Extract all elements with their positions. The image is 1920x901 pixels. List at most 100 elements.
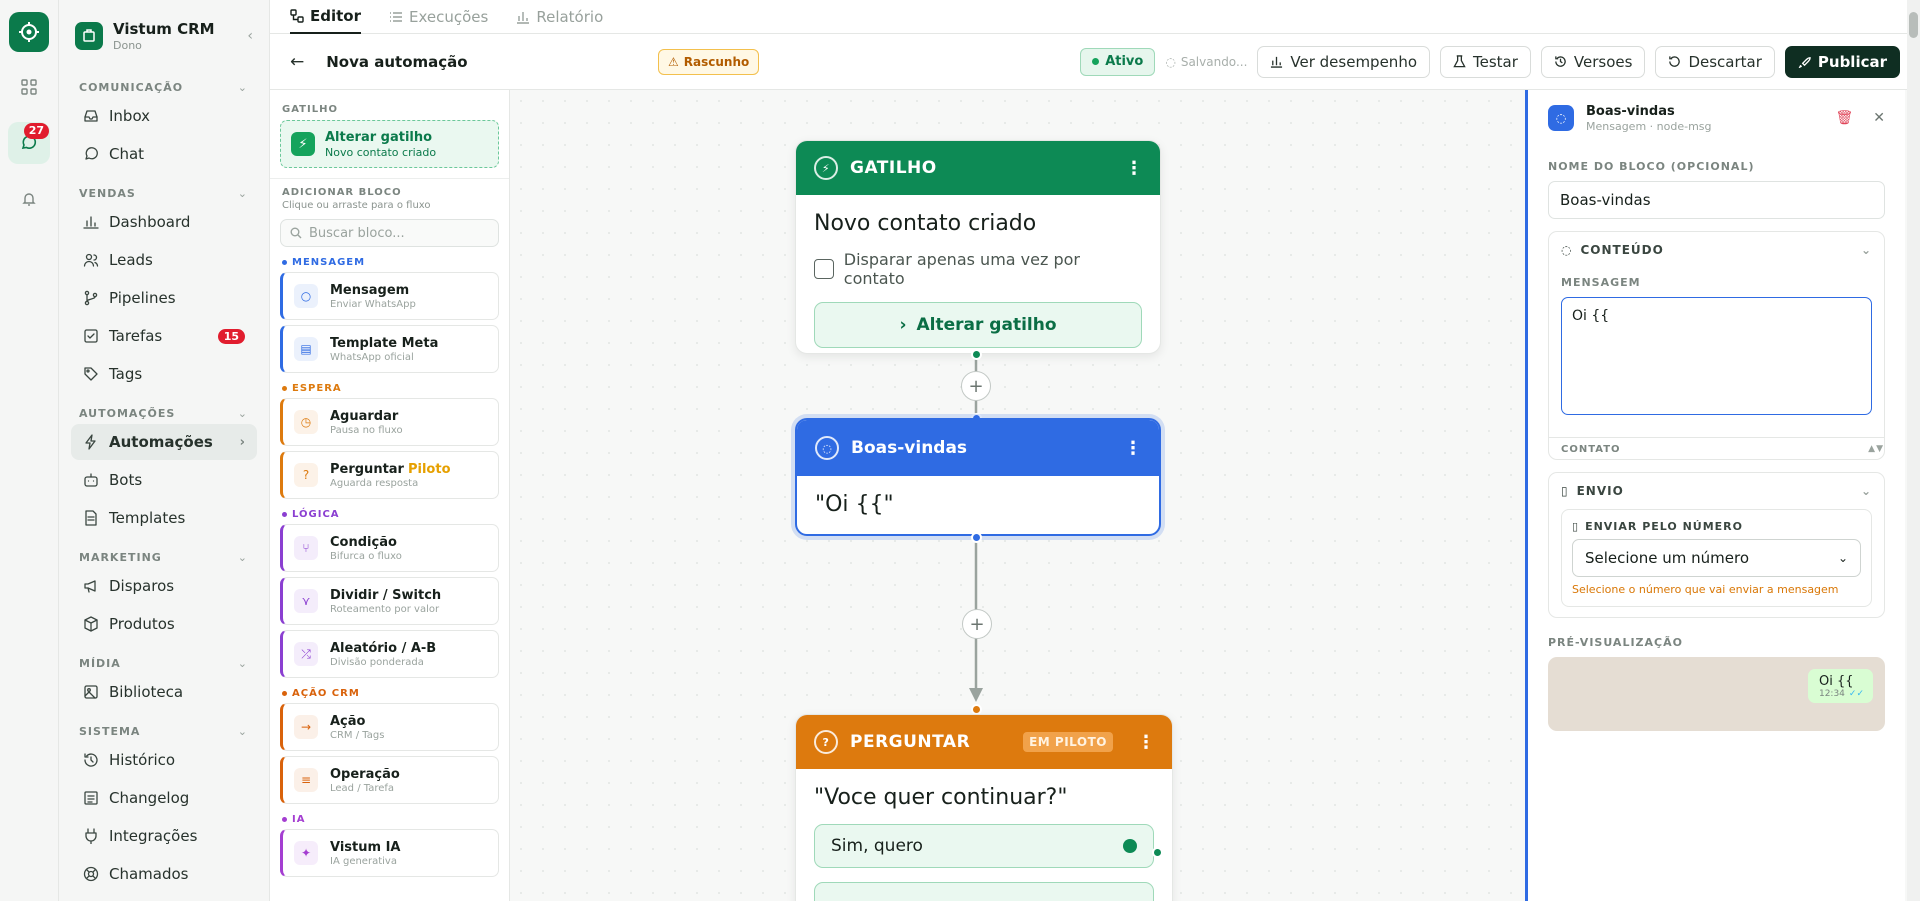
scroll-arrows-icon[interactable]: ▲▼ <box>1868 444 1884 459</box>
number-select[interactable]: Selecione um número ⌄ <box>1572 539 1861 577</box>
nav-section-header[interactable]: MARKETING ⌄ <box>59 548 269 566</box>
option-output-port[interactable] <box>1152 847 1163 858</box>
message-textarea[interactable]: Oi {{ <box>1561 297 1872 415</box>
ask-node[interactable]: ? PERGUNTAR EM PILOTO ⋮ "Voce quer conti… <box>795 714 1173 901</box>
discard-button[interactable]: Descartar <box>1655 45 1775 78</box>
block-name-label: NOME DO BLOCO (OPCIONAL) <box>1548 160 1755 173</box>
once-per-contact-checkbox[interactable]: Disparar apenas uma vez por contato <box>814 250 1142 288</box>
nav-section-header[interactable]: AUTOMAÇÕES ⌄ <box>59 404 269 422</box>
palette-block[interactable]: ◷ Aguardar Pausa no fluxo <box>280 398 499 446</box>
palette-block[interactable]: ▤ Template Meta WhatsApp oficial <box>280 325 499 373</box>
image-icon <box>83 684 99 700</box>
sidebar-item-bots[interactable]: Bots <box>71 462 257 498</box>
trigger-node[interactable]: ⚡ GATILHO ⋮ Novo contato criado Disparar… <box>795 140 1161 354</box>
automation-title[interactable]: Nova automação <box>326 53 467 71</box>
apps-grid-icon[interactable] <box>8 66 50 108</box>
test-button[interactable]: Testar <box>1440 45 1531 78</box>
nav-section-header[interactable]: MÍDIA ⌄ <box>59 654 269 672</box>
branch-icon: ⑂ <box>294 536 318 560</box>
change-trigger-button[interactable]: › Alterar gatilho <box>814 302 1142 348</box>
message-node[interactable]: ◌ Boas-vindas ⋮ "Oi {{" <box>795 418 1161 536</box>
output-port[interactable] <box>971 532 982 543</box>
sidebar-item-integracoes[interactable]: Integrações <box>71 818 257 854</box>
publish-button[interactable]: Publicar <box>1784 45 1900 78</box>
workspace-switcher[interactable]: Vistum CRM Dono ‹ <box>59 0 269 66</box>
trash-icon[interactable]: 🗑 <box>1835 110 1853 126</box>
editor-tabs: Editor Execuções Relatório <box>270 0 1920 34</box>
number-hint: Selecione o número que vai enviar a mens… <box>1572 583 1839 596</box>
sidebar-item-dashboard[interactable]: Dashboard <box>71 204 257 240</box>
page-scrollbar[interactable] <box>1907 0 1920 901</box>
tab-editor[interactable]: Editor <box>290 0 361 34</box>
view-performance-button[interactable]: Ver desempenho <box>1257 45 1430 78</box>
versions-button[interactable]: Versoes <box>1540 45 1646 78</box>
node-menu-icon[interactable]: ⋮ <box>1137 732 1155 753</box>
list-icon <box>390 12 402 22</box>
option-port[interactable] <box>1123 839 1137 853</box>
palette-block[interactable]: ⑂ Condição Bifurca o fluxo <box>280 524 499 572</box>
add-step-button[interactable]: + <box>962 609 992 639</box>
close-icon[interactable]: ✕ <box>1873 110 1885 126</box>
block-name-input[interactable]: Boas-vindas <box>1548 181 1885 219</box>
collapse-sidebar-icon[interactable]: ‹ <box>247 28 253 44</box>
add-step-button[interactable]: + <box>961 371 991 401</box>
sidebar-item-historico[interactable]: Histórico <box>71 742 257 778</box>
palette-block[interactable]: → Ação CRM / Tags <box>280 703 499 751</box>
palette-block[interactable]: ○ Mensagem Enviar WhatsApp <box>280 272 499 320</box>
scrollbar-thumb[interactable] <box>1909 12 1918 38</box>
variables-tabs[interactable]: CONTATO ▲▼ <box>1549 437 1884 459</box>
palette-block-label: Operação <box>330 766 400 782</box>
sidebar-item-produtos[interactable]: Produtos <box>71 606 257 642</box>
status-toggle[interactable]: Ativo <box>1080 47 1156 76</box>
sidebar-item-pipelines[interactable]: Pipelines <box>71 280 257 316</box>
sidebar-item-biblioteca[interactable]: Biblioteca <box>71 674 257 710</box>
category-dot <box>282 512 287 517</box>
whatsapp-preview: Oi {{ 12:34 ✓✓ <box>1548 657 1885 731</box>
nav-section-header[interactable]: COMUNICAÇÃO ⌄ <box>59 78 269 96</box>
nav-section-header[interactable]: SISTEMA ⌄ <box>59 722 269 740</box>
content-section: ◌ CONTEÚDO ⌄ MENSAGEM Oi {{ CONTATO ▲▼ <box>1548 231 1885 460</box>
phone-icon: ▯ <box>1572 520 1580 533</box>
sidebar-item-disparos[interactable]: Disparos <box>71 568 257 604</box>
app-logo-icon[interactable] <box>9 12 49 52</box>
bolt-icon: ⚡ <box>291 132 315 156</box>
palette-block[interactable]: ✦ Vistum IA IA generativa <box>280 829 499 877</box>
checklist-icon <box>83 328 99 344</box>
palette-block-label: Perguntar <box>330 461 404 477</box>
sidebar-item-leads[interactable]: Leads <box>71 242 257 278</box>
sidebar-item-chamados[interactable]: Chamados <box>71 856 257 892</box>
answer-option[interactable] <box>814 882 1154 901</box>
bell-icon[interactable] <box>8 178 50 220</box>
sidebar-item-changelog[interactable]: Changelog <box>71 780 257 816</box>
content-section-header[interactable]: ◌ CONTEÚDO ⌄ <box>1549 232 1884 268</box>
palette-block-description: Roteamento por valor <box>330 603 440 615</box>
message-label: MENSAGEM <box>1561 276 1641 289</box>
node-menu-icon[interactable]: ⋮ <box>1124 438 1142 459</box>
tab-relatorio[interactable]: Relatório <box>516 0 603 34</box>
sidebar-item-automacoes[interactable]: Automações › <box>71 424 257 460</box>
node-menu-icon[interactable]: ⋮ <box>1125 158 1143 179</box>
chat-rail-button[interactable]: 27 <box>8 122 50 164</box>
output-port[interactable] <box>971 349 982 360</box>
sidebar-item-templates[interactable]: Templates <box>71 500 257 536</box>
envio-section-header[interactable]: ▯ ENVIO ⌄ <box>1549 473 1884 509</box>
envio-section: ▯ ENVIO ⌄ ▯ ENVIAR PELO NÚMERO Selecione… <box>1548 472 1885 618</box>
sidebar-item-chat[interactable]: Chat <box>71 136 257 172</box>
palette-block-label: Mensagem <box>330 282 410 298</box>
sidebar-item-tags[interactable]: Tags <box>71 356 257 392</box>
sidebar: Vistum CRM Dono ‹ COMUNICAÇÃO ⌄ Inbox Chat V… <box>59 0 270 901</box>
tab-contato[interactable]: CONTATO <box>1561 444 1621 459</box>
sidebar-item-tarefas[interactable]: Tarefas 15 <box>71 318 257 354</box>
palette-block[interactable]: ? Perguntar Piloto Aguarda resposta <box>280 451 499 499</box>
flow-canvas[interactable]: ⚡ GATILHO ⋮ Novo contato criado Disparar… <box>510 90 1525 901</box>
tab-execucoes[interactable]: Execuções <box>389 0 488 34</box>
palette-block[interactable]: ≡ Operação Lead / Tarefa <box>280 756 499 804</box>
palette-block[interactable]: ⋎ Dividir / Switch Roteamento por valor <box>280 577 499 625</box>
answer-option[interactable]: Sim, quero <box>814 824 1154 868</box>
change-trigger-card[interactable]: ⚡ Alterar gatilho Novo contato criado <box>280 120 499 168</box>
block-search-input[interactable]: Buscar bloco... <box>280 219 499 247</box>
back-arrow-icon[interactable]: ← <box>290 52 304 72</box>
palette-block[interactable]: ⤮ Aleatório / A-B Divisão ponderada <box>280 630 499 678</box>
sidebar-item-inbox[interactable]: Inbox <box>71 98 257 134</box>
nav-section-header[interactable]: VENDAS ⌄ <box>59 184 269 202</box>
